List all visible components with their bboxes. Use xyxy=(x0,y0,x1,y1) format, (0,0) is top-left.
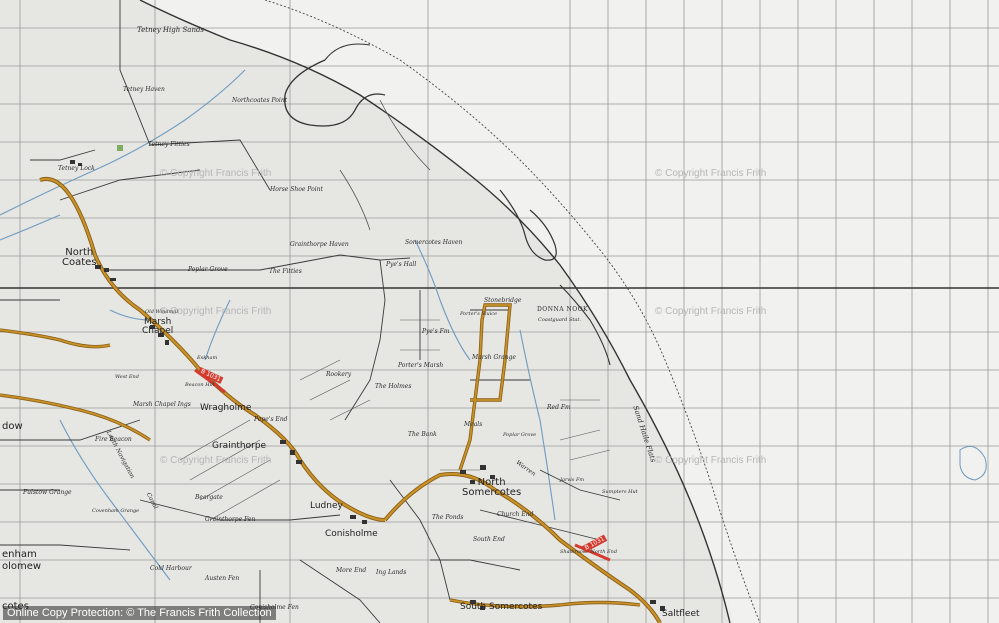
label-popes-end: Pope's End xyxy=(254,416,288,423)
label-porters-marsh: Porter's Marsh xyxy=(398,362,444,369)
label-sumpters-hut: Sumpters Hut xyxy=(602,489,638,495)
label-eskham: Eskham xyxy=(197,355,218,361)
label-tetney-high-sands: Tetney High Sands xyxy=(137,26,205,34)
label-beargate: Beargate xyxy=(195,494,223,501)
label-shalbrooke-north-end: Shalbrooke North End xyxy=(560,549,618,555)
label-cold-harbour: Cold Harbour xyxy=(150,565,192,572)
town-saltfleet: Saltfleet xyxy=(662,609,700,619)
watermark: © Copyright Francis Frith xyxy=(655,168,767,179)
watermark: © Copyright Francis Frith xyxy=(655,455,767,466)
label-northcoates-point: Northcoates Point xyxy=(232,97,288,104)
label-the-bank: The Bank xyxy=(408,431,437,438)
label-tetney-fitties: Tetney Fitties xyxy=(148,141,190,148)
town-ludney: Ludney xyxy=(310,501,343,511)
label-tetney-haven: Tetney Haven xyxy=(123,86,165,93)
label-more-end: More End xyxy=(336,567,367,574)
label-stonebridge: Stonebridge xyxy=(484,297,522,304)
label-the-holmes: The Holmes xyxy=(375,383,412,390)
watermark: © Copyright Francis Frith xyxy=(160,455,272,466)
woodland-patch xyxy=(117,145,123,151)
town-holomew: olomew xyxy=(2,561,42,572)
watermark: © Copyright Francis Frith xyxy=(160,168,272,179)
label-donna-nook: DONNA NOOK xyxy=(537,306,589,313)
town-marsh-chapel: Marsh Chapel xyxy=(142,317,174,336)
label-ing-lands: Ing Lands xyxy=(376,569,407,576)
town-grainthorpe: Grainthorpe xyxy=(212,441,267,451)
label-church-end: Church End xyxy=(497,511,534,518)
label-pyes-hall: Pye's Hall xyxy=(386,261,417,268)
label-meals: Meals xyxy=(464,421,483,428)
town-north-coates: North Coates xyxy=(62,247,97,268)
label-marsh-chapel-ings: Marsh Chapel Ings xyxy=(133,401,191,408)
label-covenham-grange: Covenham Grange xyxy=(92,508,140,514)
label-poplar-grove: Poplar Grove xyxy=(188,266,228,273)
label-tetney-lock: Tetney Lock xyxy=(58,165,95,172)
label-coastguard-stat: Coastguard Stat. xyxy=(538,317,581,323)
town-dow: dow xyxy=(2,421,23,432)
label-beacon-hill: Beacon Hill xyxy=(185,382,215,388)
label-fulstow-grange: Fulstow Grange xyxy=(23,489,72,496)
label-rookery: Rookery xyxy=(326,371,352,378)
label-grainthorpe-fen: Grainthorpe Fen xyxy=(205,516,256,523)
label-the-fitties: The Fitties xyxy=(269,268,302,275)
label-south-end: South End xyxy=(473,536,505,543)
label-west-end: West End xyxy=(115,374,139,380)
town-covenham: enham xyxy=(2,549,37,560)
town-south-somercotes: South Somercotes xyxy=(460,602,543,612)
label-jarvis-farm: Jarvis Fm xyxy=(560,477,585,483)
label-porters-sluice: Porter's Sluice xyxy=(460,311,498,317)
map-canvas[interactable]: © Copyright Francis Frith © Copyright Fr… xyxy=(0,0,999,623)
watermark: © Copyright Francis Frith xyxy=(655,306,767,317)
label-horse-shoe-point: Horse Shoe Point xyxy=(270,186,323,193)
label-austen-fen: Austen Fen xyxy=(205,575,240,582)
label-red-farm: Red Fm xyxy=(547,404,571,411)
copyright-footer: Online Copy Protection: © The Francis Fr… xyxy=(3,606,276,620)
label-the-ponds: The Ponds xyxy=(432,514,464,521)
town-wragholme: Wragholme xyxy=(200,403,252,413)
label-poplar-grove-2: Poplar Grove xyxy=(503,432,537,438)
label-grainthorpe-haven: Grainthorpe Haven xyxy=(290,241,349,248)
label-pyes-farm: Pye's Fm xyxy=(422,328,450,335)
label-old-windmill: Old Windmill xyxy=(145,309,179,315)
town-conisholme: Conisholme xyxy=(325,529,378,539)
label-somercotes-haven: Somercotes Haven xyxy=(405,239,463,246)
town-north-somercotes: North Somercotes xyxy=(462,477,522,498)
label-marsh-grange: Marsh Grange xyxy=(472,354,516,361)
